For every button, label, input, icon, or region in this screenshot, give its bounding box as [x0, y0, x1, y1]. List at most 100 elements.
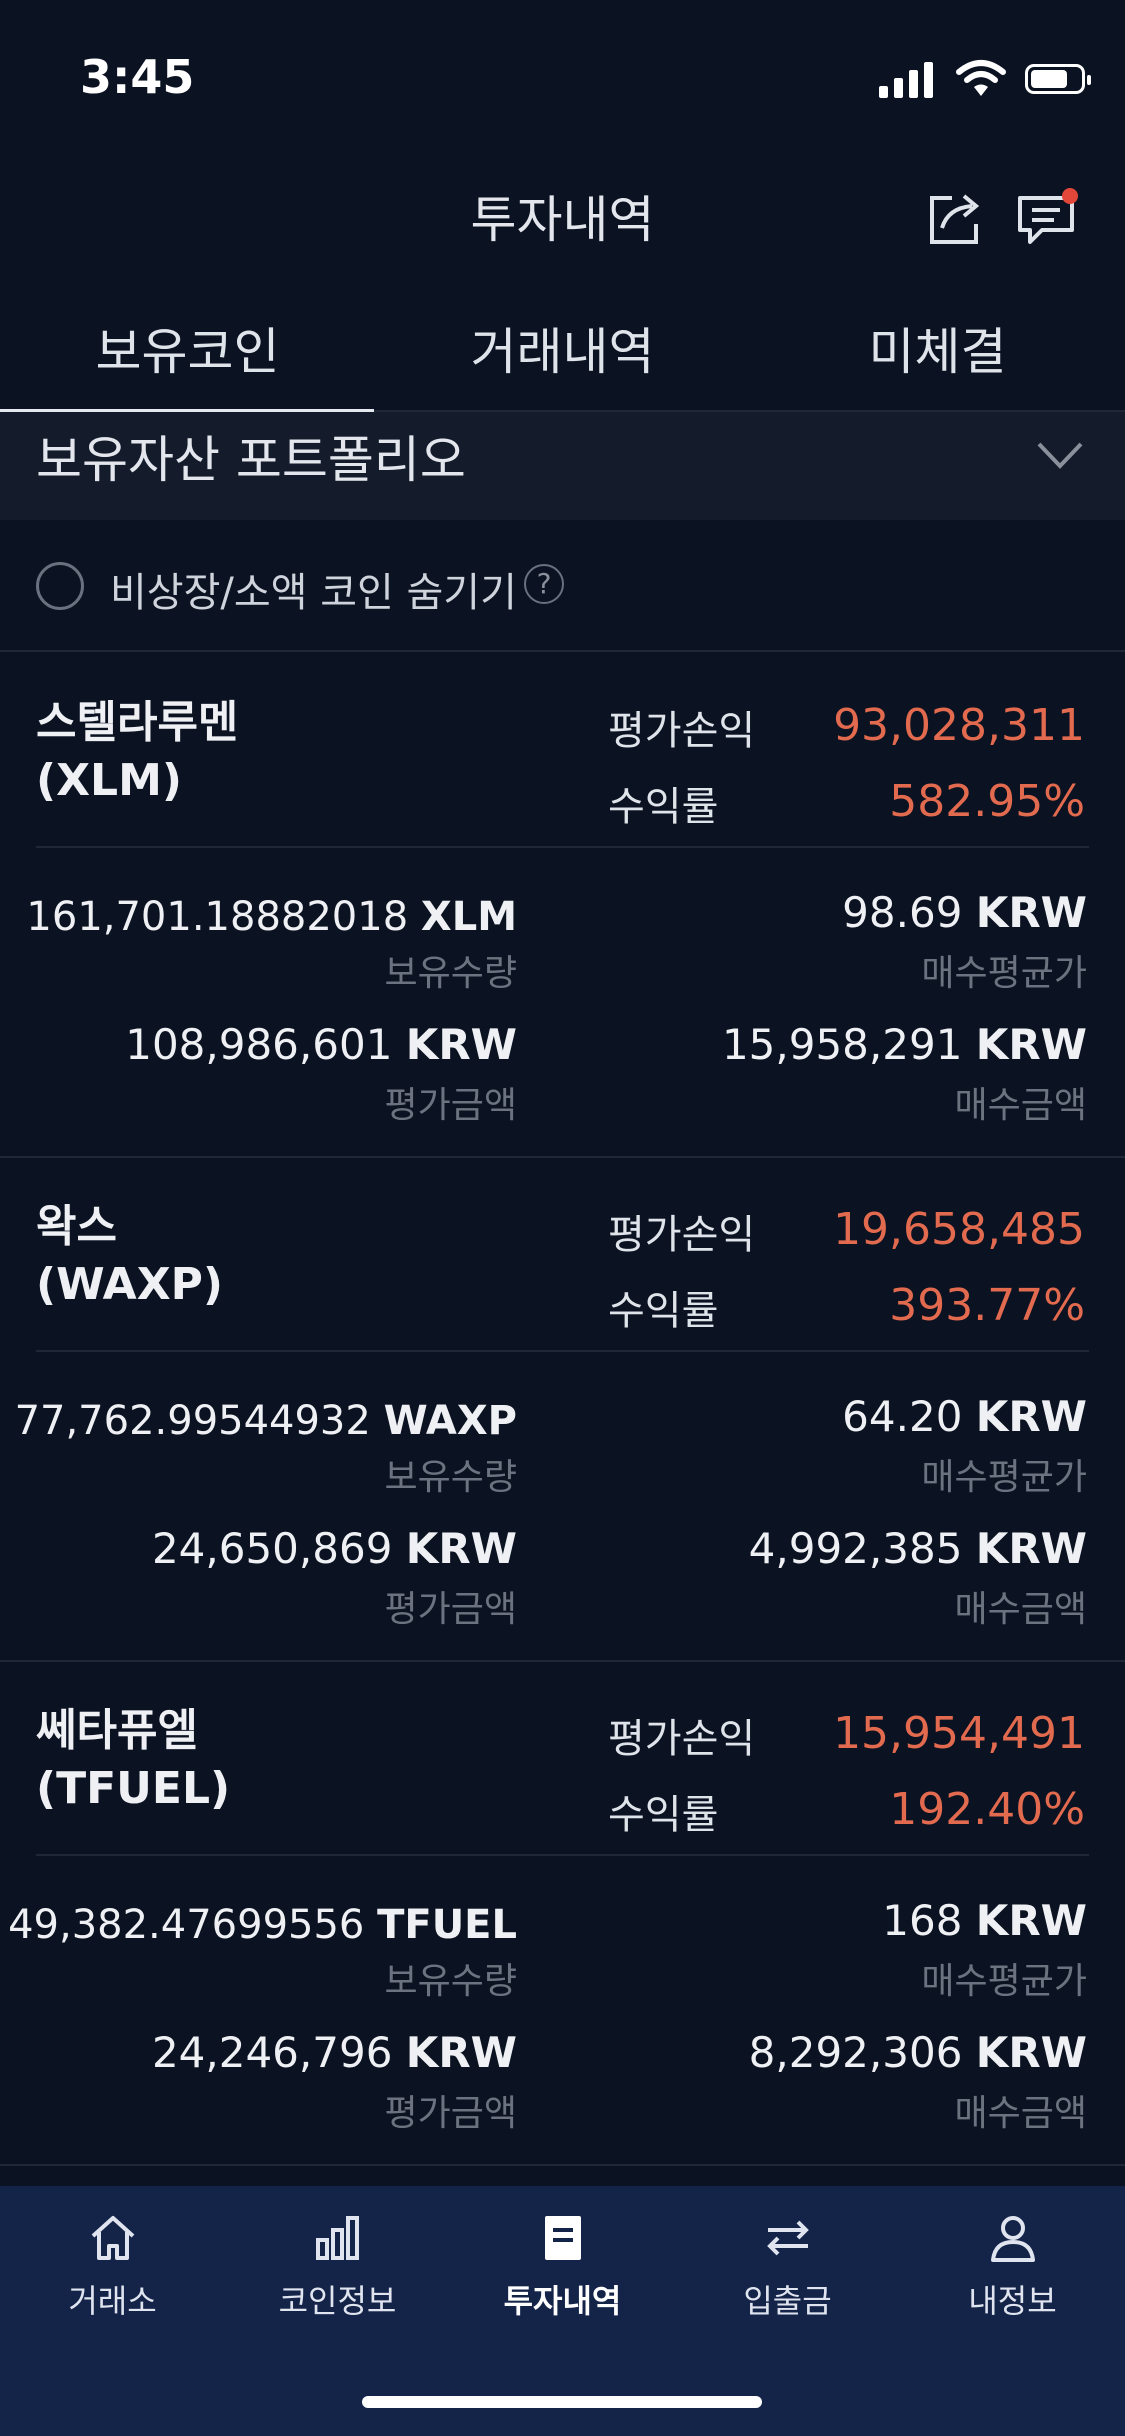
wifi-icon	[956, 60, 1006, 96]
avg-price-value: 98.69	[842, 888, 963, 937]
coin-symbol: (XLM)	[36, 755, 182, 806]
buy-amount-label: 매수금액	[954, 1589, 1087, 1630]
holding-qty-label: 보유수량	[384, 953, 517, 994]
coin-name: 스텔라루멘 (XLM)	[36, 694, 238, 810]
divider	[36, 1854, 1089, 1856]
eval-amount-unit: KRW	[405, 1524, 517, 1573]
coin-card[interactable]: 쎄타퓨엘 (TFUEL) 평가손익 15,954,491 수익률 192.40%…	[0, 1660, 1125, 2166]
avg-price-unit: KRW	[975, 888, 1087, 937]
buy-amount-value: 4,992,385	[748, 1524, 963, 1573]
portfolio-section[interactable]: 보유자산 포트폴리오	[0, 412, 1125, 520]
divider	[36, 846, 1089, 848]
avg-price-value: 64.20	[842, 1392, 963, 1441]
rate-label: 수익률	[608, 1288, 719, 1334]
tab-holdings[interactable]: 보유코인	[0, 312, 375, 384]
tab-unfilled[interactable]: 미체결	[750, 312, 1125, 384]
holding-qty: 49,382.47699556 TFUEL	[8, 1902, 517, 1948]
coin-card[interactable]: 스텔라루멘 (XLM) 평가손익 93,028,311 수익률 582.95% …	[0, 652, 1125, 1158]
home-icon	[91, 2216, 134, 2260]
buy-amount-unit: KRW	[975, 2028, 1087, 2077]
buy-amount-value: 8,292,306	[748, 2028, 963, 2077]
buy-amount-label: 매수금액	[954, 1085, 1087, 1126]
hide-small-coins-checkbox[interactable]	[36, 562, 84, 610]
avg-price: 64.20 KRW	[842, 1392, 1087, 1441]
rate-value: 582.95%	[889, 776, 1085, 827]
eval-amount-value: 24,650,869	[151, 1524, 393, 1573]
holding-qty-unit: WAXP	[383, 1398, 517, 1444]
eval-amount-unit: KRW	[405, 1020, 517, 1069]
transfer-icon	[766, 2220, 809, 2256]
eval-amount-unit: KRW	[405, 2028, 517, 2077]
eval-amount: 24,650,869 KRW	[152, 1524, 517, 1573]
help-icon[interactable]: ?	[524, 564, 564, 604]
signal-icon	[879, 60, 935, 98]
header: 투자내역	[0, 160, 1125, 280]
rate-value: 192.40%	[889, 1784, 1085, 1835]
chat-icon[interactable]	[1010, 180, 1082, 252]
holding-qty-value: 77,762.99544932	[14, 1398, 371, 1444]
tab-trade-history[interactable]: 거래내역	[375, 312, 750, 384]
coin-korean-name: 스텔라루멘	[36, 697, 239, 748]
eval-amount-value: 24,246,796	[151, 2028, 393, 2077]
coin-korean-name: 쎄타퓨엘	[36, 1705, 198, 1756]
home-indicator[interactable]	[362, 2396, 762, 2408]
coin-name: 왁스 (WAXP)	[36, 1198, 223, 1314]
battery-icon	[1025, 64, 1091, 94]
nav-label: 내정보	[968, 2282, 1057, 2320]
coin-symbol: (TFUEL)	[36, 1763, 231, 1814]
nav-coin-info[interactable]: 코인정보	[225, 2210, 450, 2330]
document-icon	[544, 2216, 581, 2260]
holding-qty-label: 보유수량	[384, 1457, 517, 1498]
avg-price-label: 매수평균가	[921, 953, 1087, 994]
coin-name: 쎄타퓨엘 (TFUEL)	[36, 1702, 230, 1818]
pl-value: 19,658,485	[833, 1204, 1085, 1255]
avg-price-label: 매수평균가	[921, 1457, 1087, 1498]
eval-amount-label: 평가금액	[384, 1589, 517, 1630]
eval-amount: 108,986,601 KRW	[125, 1020, 517, 1069]
pl-label: 평가손익	[608, 708, 756, 754]
nav-deposit-withdraw[interactable]: 입출금	[675, 2210, 900, 2330]
rate-label: 수익률	[608, 784, 719, 830]
buy-amount-unit: KRW	[975, 1020, 1087, 1069]
holding-qty: 161,701.18882018 XLM	[26, 894, 517, 940]
buy-amount-value: 15,958,291	[721, 1020, 963, 1069]
status-bar: 3:45	[0, 0, 1125, 160]
share-icon[interactable]	[918, 180, 990, 252]
buy-amount-label: 매수금액	[954, 2093, 1087, 2134]
holding-qty-label: 보유수량	[384, 1961, 517, 2002]
eval-amount-label: 평가금액	[384, 2093, 517, 2134]
eval-amount-value: 108,986,601	[125, 1020, 393, 1069]
avg-price-unit: KRW	[975, 1392, 1087, 1441]
divider	[36, 1350, 1089, 1352]
nav-investment-history[interactable]: 투자내역	[450, 2210, 675, 2330]
holding-qty-value: 49,382.47699556	[8, 1902, 365, 1948]
buy-amount: 4,992,385 KRW	[749, 1524, 1087, 1573]
eval-amount-label: 평가금액	[384, 1085, 517, 1126]
coin-card[interactable]: 왁스 (WAXP) 평가손익 19,658,485 수익률 393.77% 77…	[0, 1156, 1125, 1662]
person-icon	[990, 2216, 1035, 2262]
coin-symbol: (WAXP)	[36, 1259, 223, 1310]
coin-korean-name: 왁스	[36, 1201, 117, 1252]
holding-qty: 77,762.99544932 WAXP	[15, 1398, 517, 1444]
nav-label: 코인정보	[278, 2282, 397, 2320]
buy-amount: 15,958,291 KRW	[722, 1020, 1087, 1069]
hide-small-coins-label[interactable]: 비상장/소액 코인 숨기기	[110, 560, 517, 618]
pl-label: 평가손익	[608, 1212, 756, 1258]
holding-qty-value: 161,701.18882018	[26, 894, 409, 940]
holding-qty-unit: TFUEL	[377, 1902, 517, 1948]
eval-amount: 24,246,796 KRW	[152, 2028, 517, 2077]
nav-exchange[interactable]: 거래소	[0, 2210, 225, 2330]
pl-value: 93,028,311	[833, 700, 1085, 751]
nav-label: 투자내역	[503, 2282, 622, 2320]
avg-price-unit: KRW	[975, 1896, 1087, 1945]
tab-bar: 보유코인 거래내역 미체결	[0, 282, 1125, 414]
chart-icon	[315, 2216, 359, 2260]
buy-amount: 8,292,306 KRW	[749, 2028, 1087, 2077]
rate-label: 수익률	[608, 1792, 719, 1838]
chevron-down-icon[interactable]	[1035, 438, 1085, 472]
avg-price: 168 KRW	[882, 1896, 1087, 1945]
nav-label: 입출금	[743, 2282, 832, 2320]
hide-small-coins-row: 비상장/소액 코인 숨기기 ?	[0, 520, 1125, 652]
nav-my-info[interactable]: 내정보	[900, 2210, 1125, 2330]
nav-label: 거래소	[68, 2282, 157, 2320]
